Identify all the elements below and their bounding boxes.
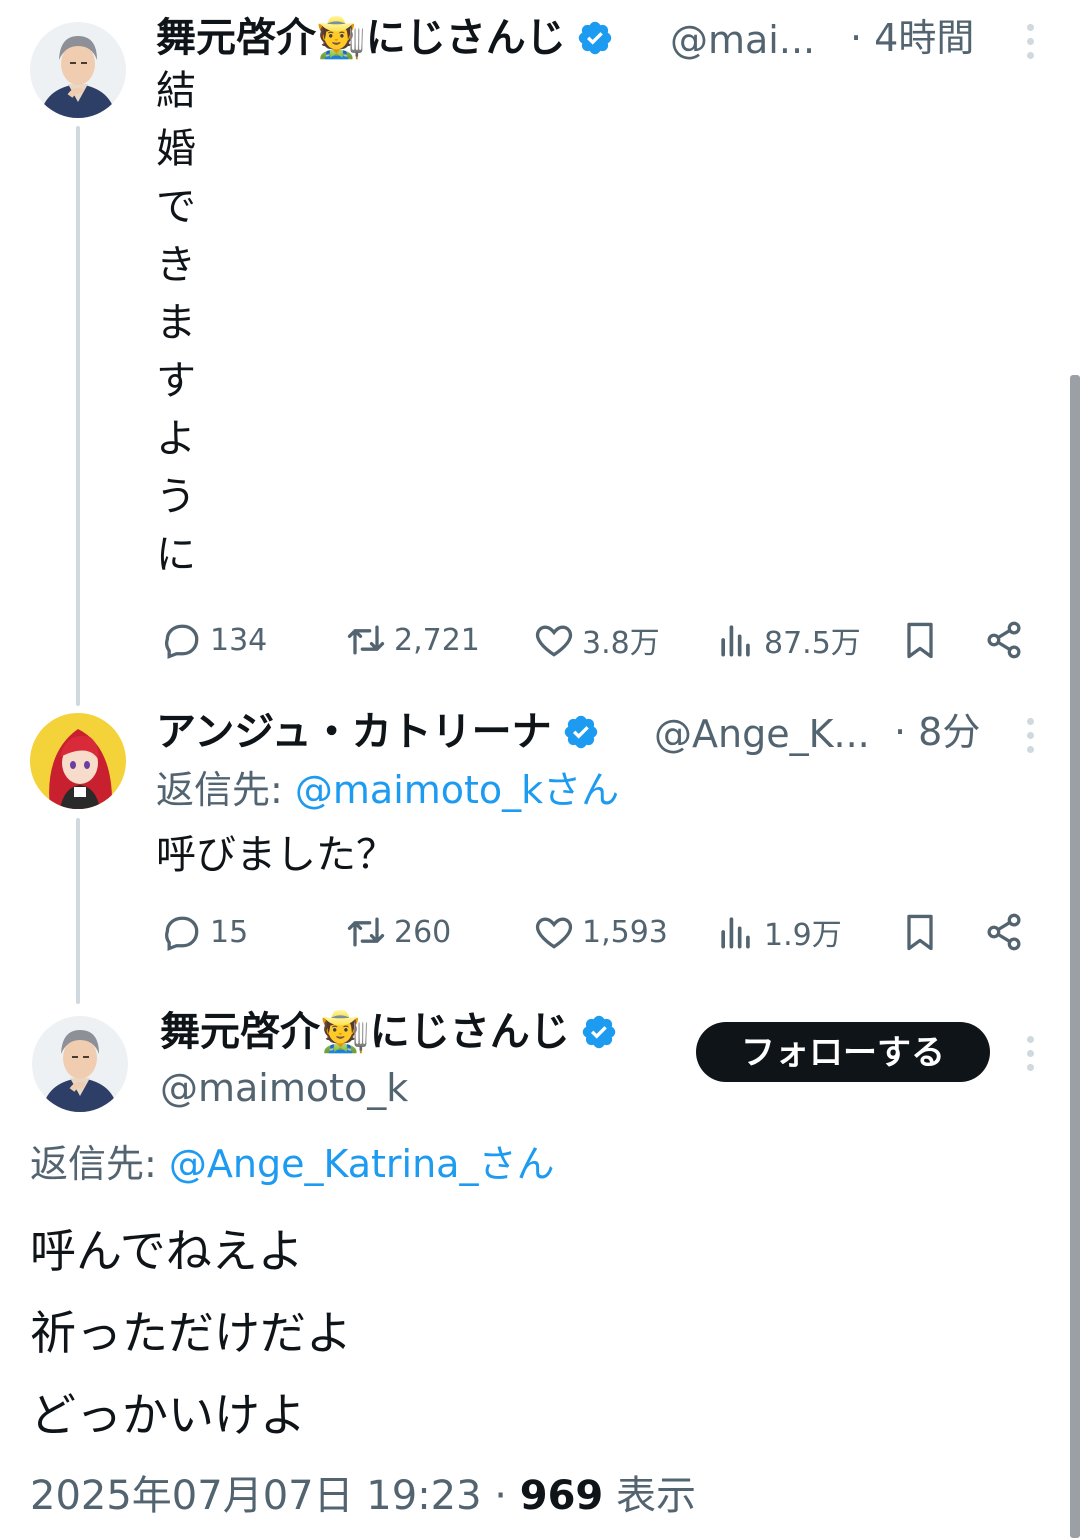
bookmark-icon[interactable] — [898, 910, 942, 954]
scrollbar[interactable] — [1070, 375, 1080, 1538]
like-count: 1,593 — [582, 914, 668, 950]
tweet-footer: 2025年07月07日 19:23 · 969 表示 — [30, 1472, 696, 1520]
tweet-time[interactable]: · 8分 — [894, 708, 980, 756]
avatar-ange-image — [30, 713, 126, 809]
retweet-count: 260 — [394, 914, 452, 950]
reply-button[interactable]: 15 — [160, 910, 248, 954]
reply-to-prefix: 返信先: — [156, 768, 295, 812]
tweet-char: き — [156, 242, 196, 288]
like-count: 3.8万 — [582, 626, 660, 661]
follow-button[interactable]: フォローする — [696, 1022, 990, 1082]
author-name[interactable]: アンジュ・カトリーナ — [156, 709, 552, 755]
main-tweet-text: 呼んでねえよ 祈っただけだよ どっかいけよ — [30, 1210, 352, 1456]
author-name[interactable]: 舞元啓介🧑‍🌾にじさんじ — [156, 15, 566, 61]
tweet-char: よ — [156, 416, 196, 462]
tweet2-text: 呼びました？ — [156, 832, 396, 878]
author-handle[interactable]: @Ange_K... — [654, 710, 870, 758]
reply-to-mention[interactable]: @maimoto_kさん — [295, 768, 619, 812]
reply-to-prefix: 返信先: — [30, 1142, 169, 1186]
view-count: 969 — [519, 1473, 604, 1519]
reply-to-line: 返信先: @maimoto_kさん — [156, 766, 619, 814]
tweet-line: どっかいけよ — [30, 1388, 306, 1442]
tweet-char: で — [156, 184, 196, 230]
view-count: 1.9万 — [764, 918, 842, 953]
retweet-count: 2,721 — [394, 622, 480, 658]
tweet-char: に — [156, 532, 196, 578]
tweet-char: う — [156, 474, 196, 520]
avatar-maimoto-image — [30, 22, 126, 118]
reply-button[interactable]: 134 — [160, 618, 267, 662]
tweet-char: 結 — [156, 68, 196, 114]
tweet-time[interactable]: · 4時間 — [850, 14, 974, 62]
tweet1-text: 結 婚 で き ま す よ う に — [156, 62, 196, 584]
retweet-icon — [347, 917, 385, 947]
verified-badge-icon — [582, 1015, 616, 1049]
more-options-icon[interactable] — [1020, 1036, 1040, 1071]
reply-icon — [165, 916, 199, 951]
analytics-icon — [721, 625, 750, 657]
tweet2-header: アンジュ・カトリーナ — [156, 708, 600, 756]
tweet-char: ま — [156, 300, 196, 346]
more-options-icon[interactable] — [1020, 718, 1040, 753]
verified-badge-icon — [564, 715, 597, 749]
main-header: 舞元啓介🧑‍🌾にじさんじ — [160, 1008, 618, 1056]
avatar-ange[interactable] — [30, 713, 126, 809]
heart-icon — [535, 917, 573, 949]
views-button[interactable]: 87.5万 — [714, 618, 861, 662]
tweet1-header: 舞元啓介🧑‍🌾にじさんじ — [156, 14, 614, 62]
analytics-icon — [721, 917, 750, 949]
verified-badge-icon — [578, 21, 612, 55]
thread-line — [76, 126, 80, 706]
views-label: 表示 — [603, 1473, 696, 1519]
tweet-char: す — [156, 358, 196, 404]
like-button[interactable]: 3.8万 — [532, 618, 660, 662]
more-options-icon[interactable] — [1020, 24, 1040, 59]
reply-icon — [165, 624, 199, 659]
view-count: 87.5万 — [764, 626, 861, 661]
heart-icon — [535, 625, 573, 657]
reply-to-mention[interactable]: @Ange_Katrina_さん — [169, 1142, 555, 1186]
retweet-icon — [347, 625, 385, 655]
share-icon[interactable] — [982, 618, 1026, 662]
views-button[interactable]: 1.9万 — [714, 910, 842, 954]
avatar-maimoto[interactable] — [30, 22, 126, 118]
author-handle[interactable]: @mai... — [670, 16, 815, 64]
reply-to-line: 返信先: @Ange_Katrina_さん — [30, 1140, 554, 1188]
tweet-line: 呼んでねえよ — [30, 1224, 304, 1278]
reply-count: 134 — [210, 622, 268, 658]
like-button[interactable]: 1,593 — [532, 910, 668, 954]
author-handle[interactable]: @maimoto_k — [160, 1064, 408, 1112]
retweet-button[interactable]: 2,721 — [344, 618, 480, 662]
thread-line — [76, 818, 80, 1004]
tweet-datetime[interactable]: 2025年07月07日 19:23 · — [30, 1473, 520, 1519]
bookmark-icon[interactable] — [898, 618, 942, 662]
avatar-maimoto[interactable] — [32, 1016, 128, 1112]
tweet-char: 婚 — [156, 126, 196, 172]
reply-count: 15 — [210, 914, 249, 950]
author-name[interactable]: 舞元啓介🧑‍🌾にじさんじ — [160, 1009, 570, 1055]
tweet-line: 祈っただけだよ — [30, 1306, 352, 1360]
avatar-maimoto-image — [32, 1016, 128, 1112]
retweet-button[interactable]: 260 — [344, 910, 451, 954]
share-icon[interactable] — [982, 910, 1026, 954]
